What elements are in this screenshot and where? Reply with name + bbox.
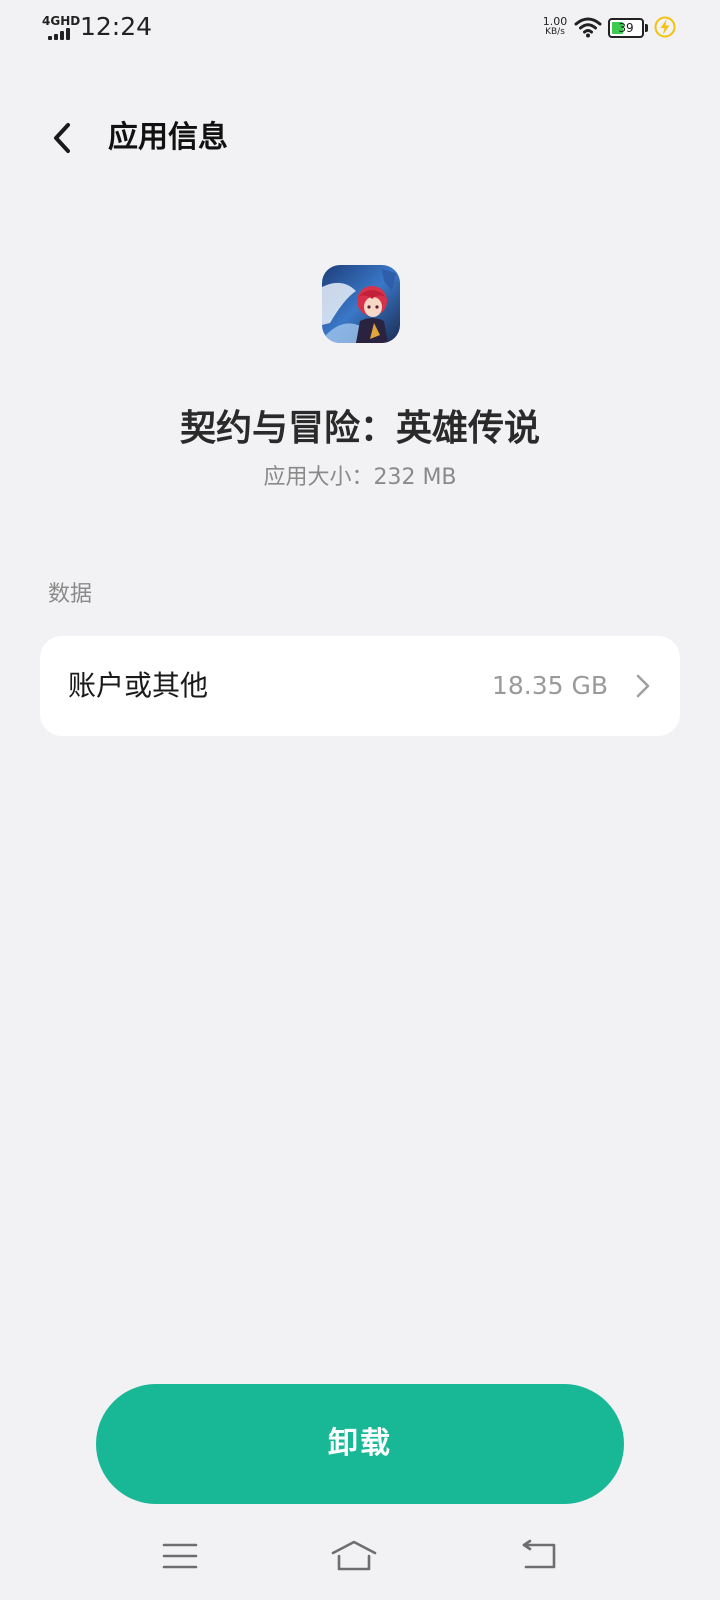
uninstall-button[interactable]: 卸载 [96,1384,624,1504]
back-icon [522,1539,556,1569]
app-info-screen: 4GHD 12:24 1.00 KB/s 39 应用信息 契约与冒险：英雄传说 … [0,0,720,1600]
status-bar: 4GHD 12:24 1.00 KB/s 39 [0,0,720,56]
menu-icon [162,1543,198,1569]
wifi-icon [574,17,602,38]
home-icon [331,1540,377,1571]
data-row-label: 账户或其他 [68,669,209,702]
page-title: 应用信息 [108,120,228,155]
chevron-right-icon [636,674,650,698]
battery-level: 39 [618,21,634,35]
back-button[interactable] [40,112,84,164]
data-section-label: 数据 [48,582,93,607]
signal-icon [48,28,72,40]
menu-button[interactable] [156,1536,204,1576]
nav-back-button[interactable] [516,1536,564,1576]
battery-tip [645,24,648,32]
network-speed: 1.00 KB/s [540,16,570,37]
status-time: 12:24 [80,12,153,41]
app-size-value: 232 MB [373,465,457,490]
home-button[interactable] [330,1536,378,1576]
app-icon [322,265,400,343]
app-size-label: 应用大小： [263,465,374,490]
network-type: 4GHD [42,14,81,28]
account-data-row[interactable]: 账户或其他 18.35 GB [40,636,680,736]
data-row-value: 18.35 GB [491,671,608,700]
app-size: 应用大小：232 MB [0,462,720,494]
battery-icon: 39 [608,18,648,38]
app-name: 契约与冒险：英雄传说 [179,408,540,449]
network-speed-unit: KB/s [545,27,565,37]
charging-icon [654,16,676,38]
chevron-left-icon [54,123,70,153]
